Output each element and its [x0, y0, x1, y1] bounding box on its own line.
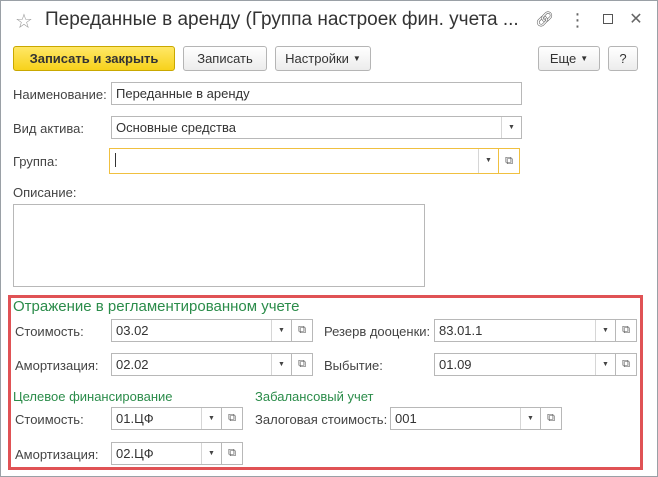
regulated-section-title: Отражение в регламентированном учете	[13, 298, 300, 315]
pledge-value: 001	[395, 411, 417, 426]
maximize-icon[interactable]	[599, 11, 617, 29]
chevron-down-icon[interactable]: ▼	[501, 117, 521, 138]
open-icon[interactable]: ⧉	[291, 319, 313, 342]
tf-amortization-select[interactable]: 02.ЦФ ▼	[111, 442, 222, 465]
asset-type-value: Основные средства	[116, 120, 236, 135]
tf-cost-label: Стоимость:	[15, 412, 84, 427]
close-icon[interactable]: ✕	[627, 11, 645, 29]
settings-button-label: Настройки	[285, 51, 349, 66]
reserve-value: 83.01.1	[439, 323, 483, 338]
chevron-down-icon: ▼	[352, 54, 361, 63]
amortization-value: 02.02	[116, 357, 149, 372]
amortization-label: Амортизация:	[15, 358, 99, 373]
chevron-down-icon[interactable]: ▼	[201, 443, 221, 464]
cost-value: 03.02	[116, 323, 149, 338]
chevron-down-icon[interactable]: ▼	[201, 408, 221, 429]
cost-select[interactable]: 03.02 ▼	[111, 319, 292, 342]
settings-window: ☆ Переданные в аренду (Группа настроек ф…	[0, 0, 658, 477]
save-button[interactable]: Записать	[183, 46, 267, 71]
pledge-select[interactable]: 001 ▼	[390, 407, 541, 430]
group-label: Группа:	[13, 154, 58, 169]
name-field[interactable]: Переданные в аренду	[111, 82, 522, 105]
chevron-down-icon[interactable]: ▼	[595, 320, 615, 341]
open-icon[interactable]: ⧉	[540, 407, 562, 430]
chevron-down-icon: ▼	[580, 54, 589, 63]
more-button[interactable]: Еще ▼	[538, 46, 600, 71]
text-cursor	[115, 153, 116, 167]
open-icon[interactable]: ⧉	[615, 319, 637, 342]
asset-type-label: Вид актива:	[13, 121, 85, 136]
tf-cost-select[interactable]: 01.ЦФ ▼	[111, 407, 222, 430]
more-icon[interactable]: ⋮	[568, 11, 587, 29]
disposal-select[interactable]: 01.09 ▼	[434, 353, 616, 376]
chevron-down-icon[interactable]: ▼	[271, 320, 291, 341]
target-financing-title: Целевое финансирование	[13, 389, 173, 404]
open-icon[interactable]: ⧉	[498, 148, 520, 174]
star-icon[interactable]: ☆	[15, 9, 33, 34]
open-icon[interactable]: ⧉	[221, 407, 243, 430]
open-icon[interactable]: ⧉	[291, 353, 313, 376]
disposal-label: Выбытие:	[324, 358, 383, 373]
disposal-value: 01.09	[439, 357, 472, 372]
cost-label: Стоимость:	[15, 324, 84, 339]
save-and-close-button[interactable]: Записать и закрыть	[13, 46, 175, 71]
open-icon[interactable]: ⧉	[615, 353, 637, 376]
pledge-label: Залоговая стоимость:	[255, 412, 388, 427]
description-label: Описание:	[13, 185, 77, 200]
chevron-down-icon[interactable]: ▼	[271, 354, 291, 375]
off-balance-title: Забалансовый учет	[255, 389, 374, 404]
chevron-down-icon[interactable]: ▼	[595, 354, 615, 375]
tf-amortization-value: 02.ЦФ	[116, 446, 154, 461]
help-button[interactable]: ?	[608, 46, 638, 71]
tf-cost-value: 01.ЦФ	[116, 411, 154, 426]
chevron-down-icon[interactable]: ▼	[520, 408, 540, 429]
description-textarea[interactable]	[13, 204, 425, 287]
group-field[interactable]: ▼	[109, 148, 499, 174]
window-title: Переданные в аренду (Группа настроек фин…	[45, 9, 519, 30]
reserve-label: Резерв дооценки:	[324, 324, 431, 339]
link-icon[interactable]: 🔗︎	[535, 11, 554, 29]
reserve-select[interactable]: 83.01.1 ▼	[434, 319, 616, 342]
settings-button[interactable]: Настройки ▼	[275, 46, 371, 71]
chevron-down-icon[interactable]: ▼	[478, 149, 498, 173]
name-label: Наименование:	[13, 87, 107, 102]
amortization-select[interactable]: 02.02 ▼	[111, 353, 292, 376]
open-icon[interactable]: ⧉	[221, 442, 243, 465]
asset-type-select[interactable]: Основные средства ▼	[111, 116, 522, 139]
title-bar: ☆ Переданные в аренду (Группа настроек ф…	[1, 1, 657, 41]
more-button-label: Еще	[549, 51, 577, 66]
tf-amortization-label: Амортизация:	[15, 447, 99, 462]
